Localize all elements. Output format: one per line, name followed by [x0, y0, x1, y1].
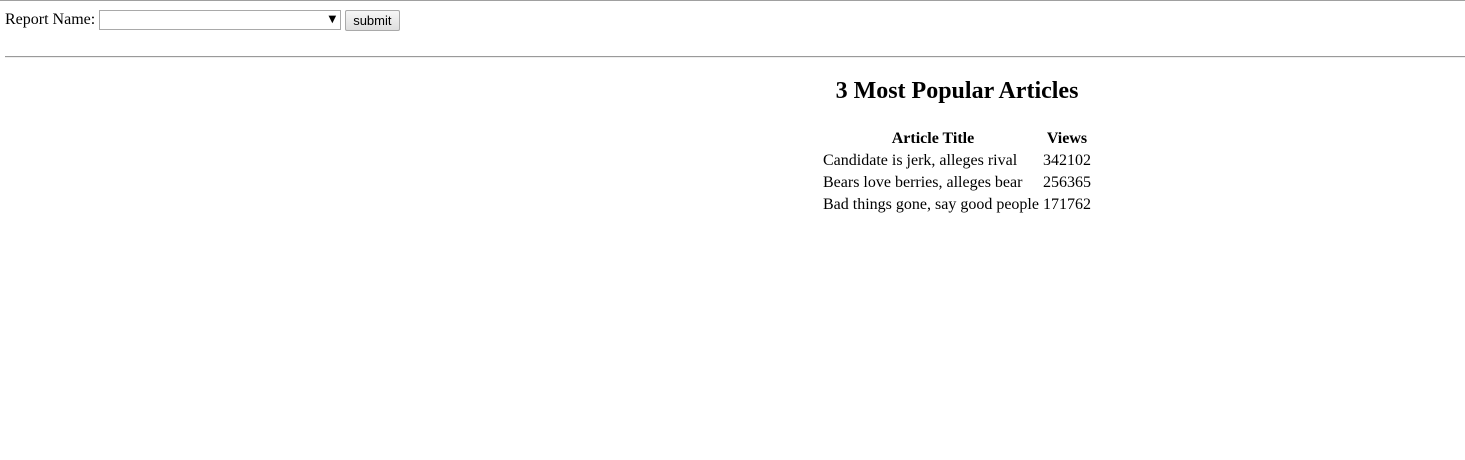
report-name-select[interactable]: ▼: [99, 10, 342, 30]
table-header-row: Article Title Views: [823, 128, 1091, 150]
table-row: Bad things gone, say good people 171762: [823, 194, 1091, 216]
report-form: Report Name: ▼ submit: [5, 9, 400, 31]
dropdown-arrow-icon: ▼: [328, 14, 337, 25]
article-title-cell: Bears love berries, alleges bear: [823, 174, 1023, 191]
article-views-cell: 256365: [1042, 174, 1091, 191]
table-row: Bears love berries, alleges bear 256365: [823, 172, 1091, 194]
article-views-cell: 171762: [1042, 196, 1091, 213]
top-divider: [0, 0, 1465, 1]
report-table: Article Title Views Candidate is jerk, a…: [823, 128, 1091, 216]
submit-button[interactable]: submit: [345, 9, 400, 31]
article-views-cell: 342102: [1042, 152, 1091, 169]
report-title: 3 Most Popular Articles: [835, 78, 1079, 104]
table-row: Candidate is jerk, alleges rival 342102: [823, 150, 1091, 172]
report-section: 3 Most Popular Articles Article Title Vi…: [823, 76, 1091, 216]
column-header-views: Views: [1046, 130, 1088, 147]
article-title-cell: Bad things gone, say good people: [823, 196, 1039, 213]
horizontal-rule: [5, 56, 1465, 58]
report-name-label: Report Name:: [5, 11, 96, 28]
article-title-cell: Candidate is jerk, alleges rival: [823, 152, 1018, 169]
column-header-article-title: Article Title: [891, 130, 975, 147]
